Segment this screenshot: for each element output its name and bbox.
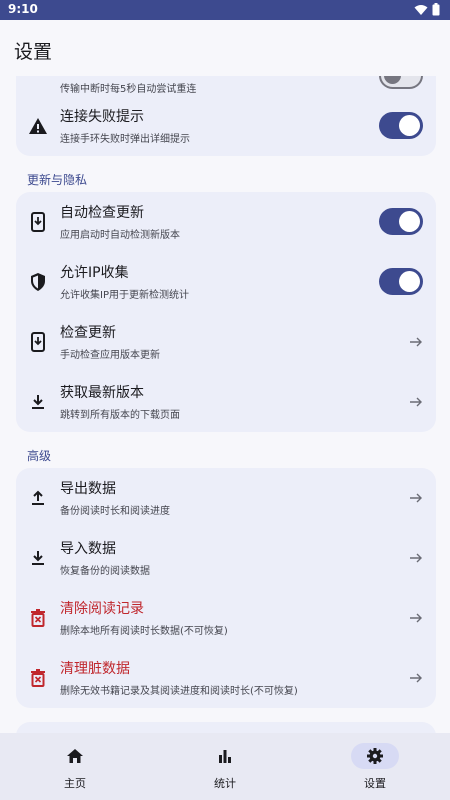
wifi-icon [414, 4, 428, 15]
battery-icon [432, 3, 440, 16]
arrow-right-icon [410, 673, 422, 683]
import-data-subtitle: 恢复备份的阅读数据 [60, 566, 150, 577]
nav-item-settings[interactable]: 设置 [300, 733, 450, 800]
export-data-subtitle: 备份阅读时长和阅读进度 [60, 506, 170, 517]
arrow-right-icon [410, 613, 422, 623]
arrow-right-icon [410, 493, 422, 503]
get-latest-version-subtitle: 跳转到所有版本的下载页面 [60, 410, 180, 421]
export-data-title: 导出数据 [60, 481, 116, 497]
auto-reconnect-subtitle: 传输中断时每5秒自动尝试重连 [60, 84, 197, 95]
status-bar: 9:10 [0, 0, 450, 20]
download-icon [32, 395, 44, 409]
get-latest-version-row[interactable]: 获取最新版本 跳转到所有版本的下载页面 [16, 372, 436, 432]
connect-fail-hint-row[interactable]: 连接失败提示 连接手环失败时弹出详细提示 [16, 96, 436, 156]
clean-dirty-data-subtitle: 删除无效书籍记录及其阅读进度和阅读时长(不可恢复) [60, 686, 298, 697]
system-icons [414, 3, 440, 16]
settings-scroll[interactable]: 传输中断时每5秒自动尝试重连 连接失败提示 连接手环失败时弹出详细提示 更新与隐… [0, 76, 450, 733]
nav-item-stats[interactable]: 统计 [150, 733, 300, 800]
update-card: 自动检查更新 应用启动时自动检测新版本 允许IP收集 允许收集IP用于更新检测统… [16, 192, 436, 432]
allow-ip-collect-subtitle: 允许收集IP用于更新检测统计 [60, 290, 189, 301]
phone-download-icon [31, 332, 45, 352]
connection-card: 传输中断时每5秒自动尝试重连 连接失败提示 连接手环失败时弹出详细提示 [16, 76, 436, 156]
download-icon [32, 551, 44, 565]
shield-icon [31, 273, 45, 291]
nav-label-stats: 统计 [214, 777, 236, 790]
export-data-row[interactable]: 导出数据 备份阅读时长和阅读进度 [16, 468, 436, 528]
next-card-partial [16, 722, 436, 733]
warning-icon [29, 118, 47, 134]
auto-check-update-toggle[interactable] [379, 208, 423, 235]
allow-ip-collect-row[interactable]: 允许IP收集 允许收集IP用于更新检测统计 [16, 252, 436, 312]
allow-ip-collect-title: 允许IP收集 [60, 265, 129, 281]
advanced-card: 导出数据 备份阅读时长和阅读进度 导入数据 恢复备份的阅读数据 清除阅读记录 删… [16, 468, 436, 708]
arrow-right-icon [410, 397, 422, 407]
check-update-subtitle: 手动检查应用版本更新 [60, 350, 160, 361]
trash-icon [31, 609, 45, 627]
auto-check-update-row[interactable]: 自动检查更新 应用启动时自动检测新版本 [16, 192, 436, 252]
toggle-knob [399, 271, 420, 292]
app-bar: 设置 [0, 20, 450, 76]
connect-fail-hint-toggle[interactable] [379, 112, 423, 139]
connect-fail-hint-subtitle: 连接手环失败时弹出详细提示 [60, 134, 190, 145]
section-label-advanced: 高级 [27, 449, 52, 463]
toggle-knob [384, 76, 401, 84]
check-update-title: 检查更新 [60, 325, 116, 341]
home-icon [67, 749, 83, 763]
auto-check-update-subtitle: 应用启动时自动检测新版本 [60, 230, 180, 241]
get-latest-version-title: 获取最新版本 [60, 385, 144, 401]
section-label-update: 更新与隐私 [27, 173, 88, 187]
arrow-right-icon [410, 337, 422, 347]
arrow-right-icon [410, 553, 422, 563]
auto-check-update-title: 自动检查更新 [60, 205, 144, 221]
bar-chart-icon [219, 750, 231, 763]
clean-dirty-data-row[interactable]: 清理脏数据 删除无效书籍记录及其阅读进度和阅读时长(不可恢复) [16, 648, 436, 708]
phone-download-icon [31, 212, 45, 232]
upload-icon [32, 490, 44, 505]
clear-reading-records-subtitle: 删除本地所有阅读时长数据(不可恢复) [60, 626, 228, 637]
check-update-row[interactable]: 检查更新 手动检查应用版本更新 [16, 312, 436, 372]
import-data-row[interactable]: 导入数据 恢复备份的阅读数据 [16, 528, 436, 588]
import-data-title: 导入数据 [60, 541, 116, 557]
nav-label-settings: 设置 [364, 777, 386, 790]
status-time: 9:10 [8, 2, 38, 16]
toggle-knob [399, 115, 420, 136]
nav-item-home[interactable]: 主页 [0, 733, 150, 800]
clean-dirty-data-title: 清理脏数据 [60, 661, 130, 677]
page-title: 设置 [14, 41, 53, 63]
allow-ip-collect-toggle[interactable] [379, 268, 423, 295]
connect-fail-hint-title: 连接失败提示 [60, 109, 144, 125]
nav-label-home: 主页 [64, 777, 86, 790]
auto-reconnect-toggle[interactable] [379, 76, 423, 89]
gear-icon [367, 748, 383, 764]
clear-reading-records-title: 清除阅读记录 [60, 601, 144, 617]
clear-reading-records-row[interactable]: 清除阅读记录 删除本地所有阅读时长数据(不可恢复) [16, 588, 436, 648]
bottom-nav: 主页 统计 设置 [0, 733, 450, 800]
toggle-knob [399, 211, 420, 232]
trash-icon [31, 669, 45, 687]
